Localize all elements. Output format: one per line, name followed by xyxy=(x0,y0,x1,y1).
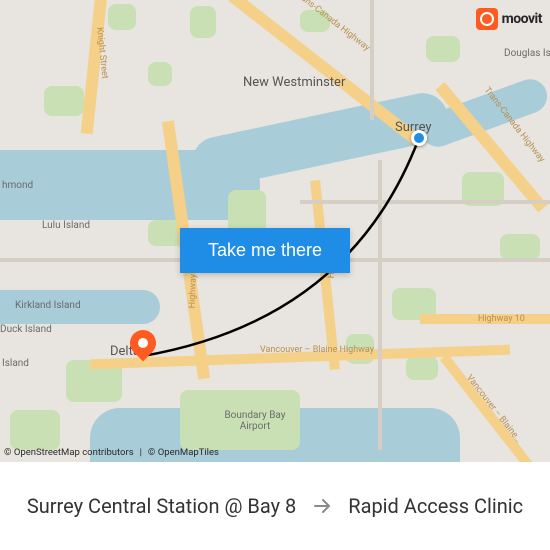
attribution-separator: | xyxy=(140,447,142,458)
from-location-label: Surrey Central Station @ Bay 8 xyxy=(27,494,296,518)
map-pin-icon xyxy=(125,325,162,362)
route-summary-footer: Surrey Central Station @ Bay 8 Rapid Acc… xyxy=(0,462,550,550)
arrow-right-icon xyxy=(310,494,334,518)
moovit-brand-text: moovit xyxy=(502,11,542,27)
map-attribution: © OpenStreetMap contributors | © OpenMap… xyxy=(4,447,219,458)
destination-marker[interactable] xyxy=(130,330,156,356)
to-location-label: Rapid Access Clinic xyxy=(348,494,523,518)
origin-marker[interactable] xyxy=(411,130,427,146)
moovit-icon xyxy=(476,8,498,30)
take-me-there-button[interactable]: Take me there xyxy=(180,228,350,273)
moovit-logo[interactable]: moovit xyxy=(476,8,542,30)
map-canvas[interactable]: New Westminster Surrey Delta hmond Lulu … xyxy=(0,0,550,462)
osm-attribution-link[interactable]: © OpenStreetMap contributors xyxy=(4,447,134,458)
omt-attribution-link[interactable]: © OpenMapTiles xyxy=(148,447,219,458)
